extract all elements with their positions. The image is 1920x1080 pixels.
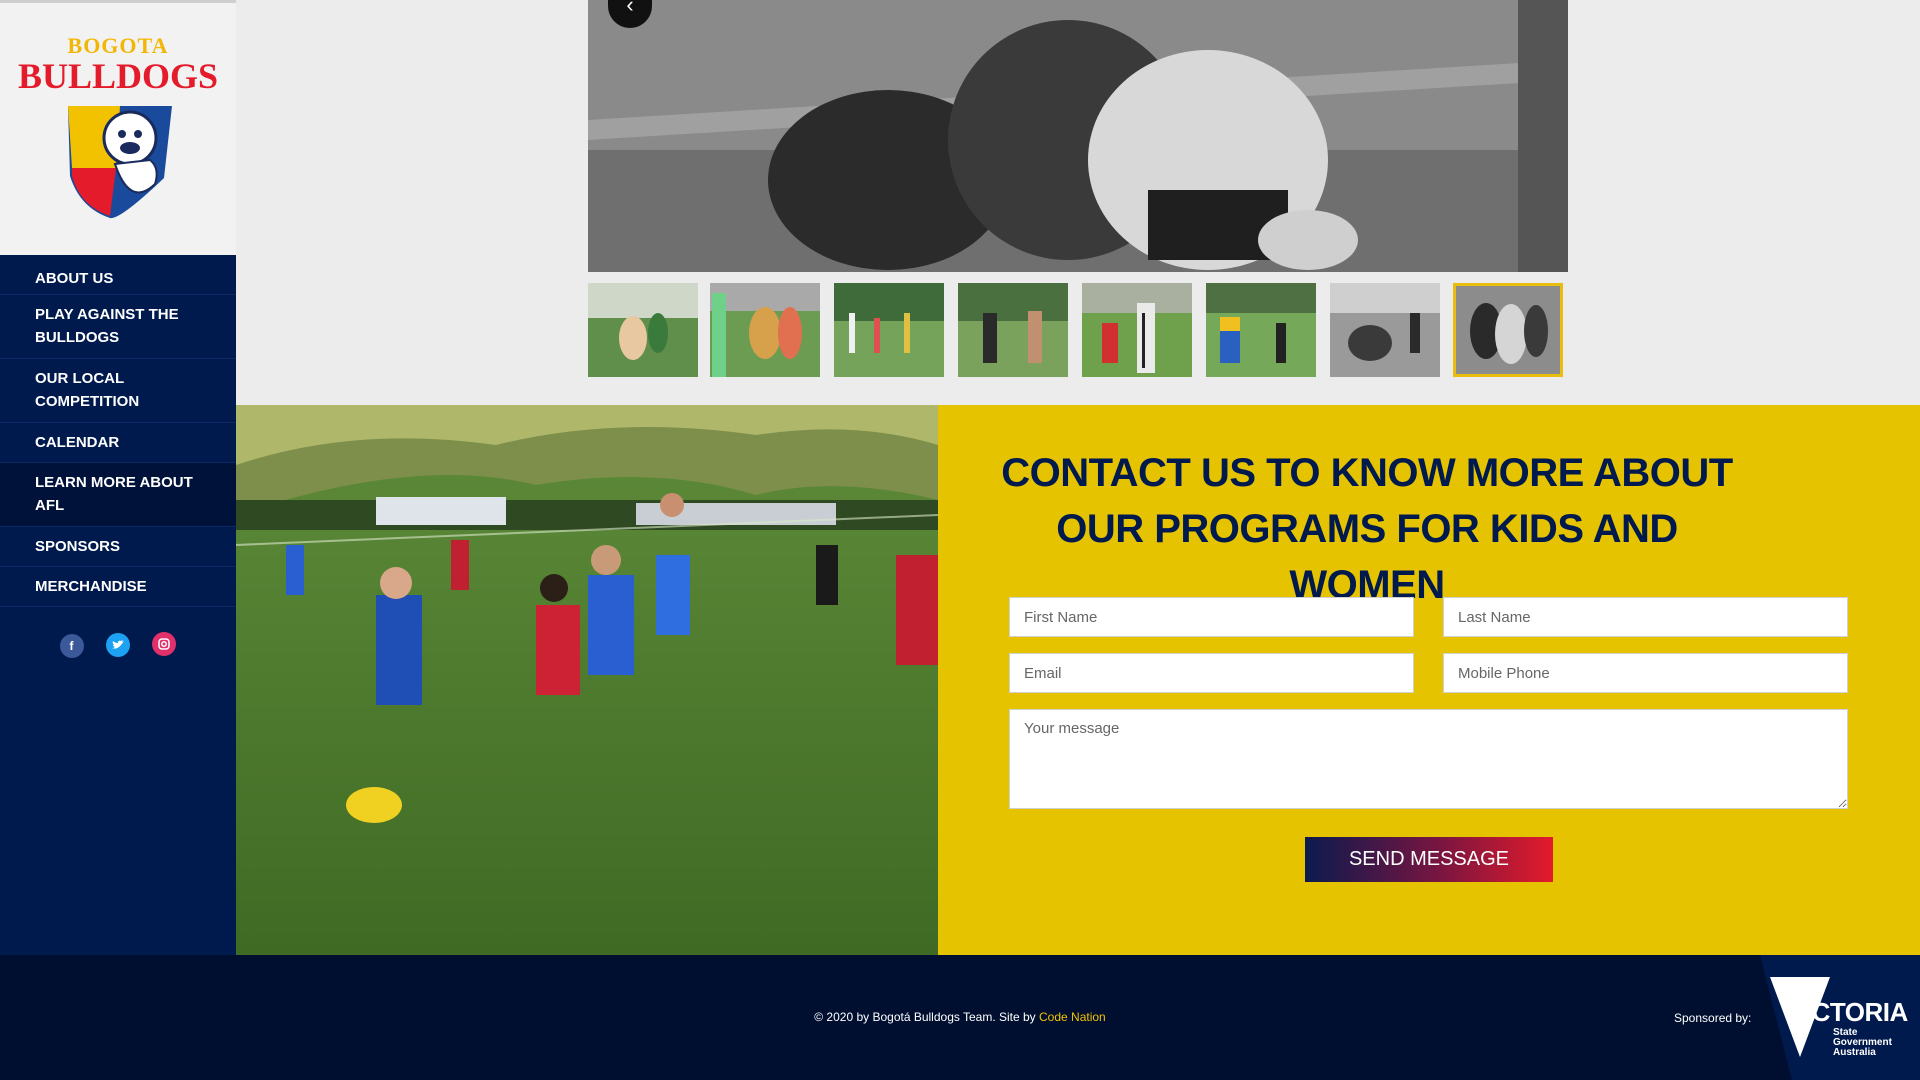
- nav-item-sponsors[interactable]: SPONSORS: [0, 527, 236, 567]
- first-name-field[interactable]: [1009, 597, 1414, 637]
- nav-label: SPONSORS: [35, 538, 121, 555]
- footer: © 2020 by Bogotá Bulldogs Team. Site by …: [0, 955, 1920, 1080]
- email-field[interactable]: [1009, 653, 1414, 693]
- victoria-logo-subtext: State Government Australia: [1833, 1028, 1892, 1058]
- nav-label: CALENDAR: [35, 434, 120, 451]
- thumbnail[interactable]: [1330, 283, 1440, 377]
- nav-item-local-competition[interactable]: OUR LOCAL COMPETITION: [0, 359, 236, 423]
- mobile-phone-field[interactable]: [1443, 653, 1848, 693]
- slider-next-button[interactable]: ›: [1508, 0, 1515, 21]
- thumbnail[interactable]: [834, 283, 944, 377]
- contact-heading: CONTACT US TO KNOW MORE ABOUT OUR PROGRA…: [1001, 451, 1733, 607]
- victoria-logo-text: VICTORIA: [1788, 997, 1908, 1027]
- nav-item-merchandise[interactable]: MERCHANDISE: [0, 567, 236, 607]
- last-name-field[interactable]: [1443, 597, 1848, 637]
- sponsored-by-label: Sponsored by:: [1674, 1011, 1752, 1025]
- sidebar: BOGOTA BULLDOGS ABOUT US PLAY AGAINST TH…: [0, 0, 236, 955]
- thumbnail[interactable]: [710, 283, 820, 377]
- players-photo-bw: [588, 0, 1568, 272]
- main-nav: ABOUT US PLAY AGAINST THE BULLDOGS OUR L…: [0, 255, 236, 607]
- copyright-label: © 2020 by Bogotá Bulldogs Team. Site by: [814, 1010, 1040, 1024]
- slider-main-image: [588, 0, 1568, 272]
- send-message-button[interactable]: SEND MESSAGE: [1305, 837, 1553, 882]
- thumbnail[interactable]: [1206, 283, 1316, 377]
- code-nation-link[interactable]: Code Nation: [1039, 1010, 1106, 1024]
- nav-label: LEARN MORE ABOUT AFL: [35, 474, 193, 514]
- nav-item-learn-afl[interactable]: LEARN MORE ABOUT AFL: [0, 463, 236, 527]
- victoria-sub-line: Australia: [1833, 1047, 1876, 1058]
- thumbnail[interactable]: [1082, 283, 1192, 377]
- nav-label: MERCHANDISE: [35, 578, 147, 595]
- social-links: f: [0, 632, 236, 658]
- slider-thumbnails: [588, 283, 1568, 377]
- facebook-icon[interactable]: f: [59, 634, 84, 658]
- contact-section: CONTACT US TO KNOW MORE ABOUT OUR PROGRA…: [938, 405, 1920, 955]
- thumbnail[interactable]: [958, 283, 1068, 377]
- nav-item-calendar[interactable]: CALENDAR: [0, 423, 236, 463]
- logo[interactable]: BOGOTA BULLDOGS: [0, 0, 236, 255]
- twitter-icon[interactable]: [106, 633, 130, 657]
- nav-item-play-against[interactable]: PLAY AGAINST THE BULLDOGS: [0, 295, 236, 359]
- copyright-text: © 2020 by Bogotá Bulldogs Team. Site by …: [0, 1010, 1920, 1024]
- thumbnail-selected[interactable]: [1453, 283, 1563, 377]
- nav-label: ABOUT US: [35, 270, 114, 287]
- instagram-icon[interactable]: [152, 632, 177, 656]
- thumbnail[interactable]: [588, 283, 698, 377]
- logo-text-main: BULLDOGS: [17, 56, 219, 96]
- message-field[interactable]: [1009, 709, 1848, 809]
- team-match-photo: [236, 405, 938, 955]
- nav-label: OUR LOCAL COMPETITION: [35, 370, 140, 410]
- nav-item-about-us[interactable]: ABOUT US: [0, 255, 236, 295]
- bulldog-shield-icon: [68, 106, 172, 219]
- nav-label: PLAY AGAINST THE BULLDOGS: [35, 306, 179, 346]
